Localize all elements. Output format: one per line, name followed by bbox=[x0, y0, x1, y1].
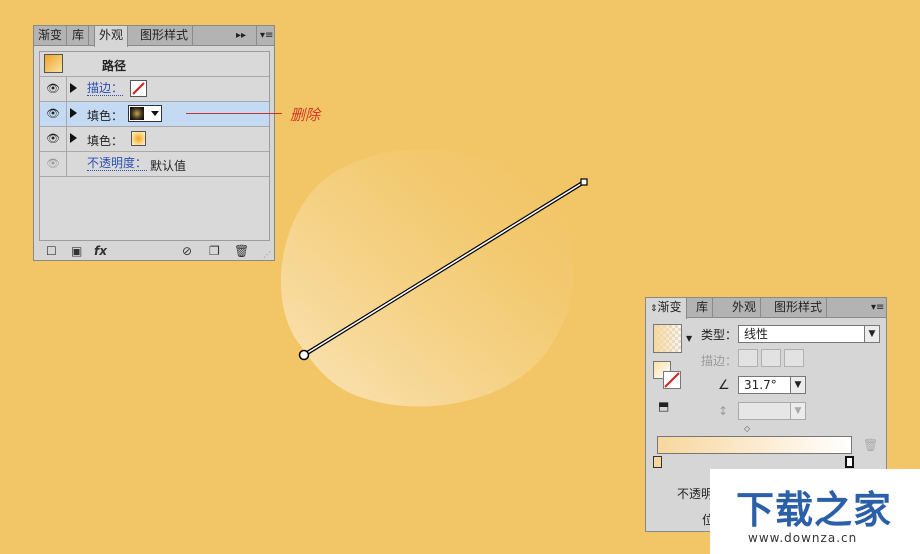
gradient-type-select[interactable]: 线性 ▼ bbox=[738, 325, 880, 343]
tab-appearance[interactable]: 外观 bbox=[728, 298, 762, 318]
gradient-panel-tabbar: ⇕渐变 库 外观 图形样式 ▾≡ bbox=[645, 298, 886, 319]
path-title: 路径 bbox=[102, 59, 127, 73]
visibility-eye-icon[interactable]: 👁 bbox=[46, 83, 60, 95]
chevron-down-icon[interactable]: ▼ bbox=[864, 325, 880, 343]
tab-appearance[interactable]: 外观 bbox=[94, 26, 129, 47]
appearance-footer: ☐ ▣ fx ⊘ ❐ 🗑 ⋰ bbox=[34, 242, 274, 260]
row-divider bbox=[66, 77, 67, 101]
radial-light-swatch-icon[interactable] bbox=[131, 131, 146, 146]
visibility-eye-icon[interactable]: 👁 bbox=[46, 133, 60, 145]
gradient-preview-swatch[interactable] bbox=[653, 324, 682, 353]
chevron-down-icon[interactable]: ▼ bbox=[790, 376, 806, 394]
chevron-down-icon[interactable]: ▼ bbox=[686, 334, 692, 343]
angle-input[interactable]: 31.7° ▼ bbox=[738, 376, 806, 394]
appearance-list: 路径 👁 描边： 👁 填色： 👁 填色： 👁 不透明度： 默认值 bbox=[39, 51, 270, 241]
tab-graphic-styles[interactable]: 图形样式 bbox=[136, 26, 194, 46]
gradient-preview-fill bbox=[654, 325, 681, 352]
appearance-header-row[interactable]: 路径 bbox=[40, 52, 269, 77]
watermark: 下载之家 www.downza.cn bbox=[710, 469, 920, 554]
fill-label: 填色： bbox=[87, 134, 124, 148]
type-label: 类型： bbox=[701, 328, 738, 342]
resize-grip-icon[interactable]: ⋰ bbox=[263, 248, 271, 262]
chevron-down-icon bbox=[151, 111, 159, 116]
stroke-along-button[interactable] bbox=[761, 349, 781, 367]
midpoint-diamond-icon[interactable]: ◇ bbox=[744, 424, 750, 433]
duplicate-item-icon[interactable]: ❐ bbox=[209, 244, 220, 258]
path-thumbnail-icon bbox=[44, 54, 63, 73]
visibility-eye-icon[interactable]: 👁 bbox=[46, 108, 60, 120]
gradient-type-value: 线性 bbox=[744, 327, 769, 341]
tab-library[interactable]: 库 bbox=[68, 26, 90, 46]
opacity-label: 不透明 bbox=[677, 487, 714, 501]
appearance-panel-tabbar: 渐变 库 外观 图形样式 ▸▸ ▾≡ bbox=[34, 26, 274, 47]
watermark-url: www.downza.cn bbox=[748, 531, 858, 545]
tab-gradient[interactable]: ⇕渐变 bbox=[645, 298, 687, 319]
annotation-delete-text: 删除 bbox=[290, 106, 321, 124]
row-divider bbox=[66, 127, 67, 151]
appearance-row-fill-selected[interactable]: 👁 填色： bbox=[40, 102, 269, 127]
aspect-ratio-icon: ↕ bbox=[718, 404, 729, 418]
angle-value: 31.7° bbox=[744, 378, 777, 392]
row-divider bbox=[66, 152, 67, 176]
visibility-eye-icon[interactable]: 👁 bbox=[46, 158, 60, 170]
delete-stop-icon[interactable]: 🗑 bbox=[863, 438, 878, 452]
tab-gradient-label: 渐变 bbox=[657, 300, 682, 314]
appearance-row-opacity[interactable]: 👁 不透明度： 默认值 bbox=[40, 152, 269, 177]
annotation-leader-line bbox=[186, 113, 282, 114]
tab-gradient[interactable]: 渐变 bbox=[34, 26, 68, 46]
gradient-origin-handle[interactable] bbox=[298, 349, 310, 361]
stroke-label[interactable]: 描边： bbox=[87, 82, 124, 96]
stroke-none-indicator-icon[interactable] bbox=[663, 371, 681, 389]
delete-item-icon[interactable]: 🗑 bbox=[234, 244, 249, 258]
expand-triangle-icon[interactable] bbox=[70, 133, 77, 143]
gradient-stop-start[interactable] bbox=[653, 456, 662, 468]
appearance-panel: 渐变 库 外观 图形样式 ▸▸ ▾≡ 路径 👁 描边： 👁 填色： 👁 填色： … bbox=[33, 25, 275, 261]
gradient-end-handle[interactable] bbox=[580, 178, 588, 186]
expand-triangle-icon[interactable] bbox=[70, 108, 77, 118]
watermark-title: 下载之家 bbox=[736, 488, 893, 532]
swap-arrows-icon: ⇕ bbox=[650, 304, 658, 314]
fx-icon[interactable]: fx bbox=[94, 244, 107, 258]
opacity-value: 默认值 bbox=[150, 159, 187, 173]
opacity-label[interactable]: 不透明度： bbox=[87, 157, 148, 171]
stroke-label: 描边： bbox=[701, 354, 738, 368]
add-new-fill-icon[interactable]: ▣ bbox=[71, 244, 82, 258]
reverse-gradient-icon[interactable]: ⬒ bbox=[658, 399, 669, 413]
stroke-across-button[interactable] bbox=[784, 349, 804, 367]
chevron-down-icon[interactable]: ▼ bbox=[790, 402, 806, 420]
expand-triangle-icon[interactable] bbox=[70, 83, 77, 93]
appearance-row-stroke[interactable]: 👁 描边： bbox=[40, 77, 269, 102]
radial-dark-swatch-icon bbox=[130, 107, 144, 120]
tab-graphic-styles[interactable]: 图形样式 bbox=[770, 298, 828, 318]
stroke-none-swatch-icon[interactable] bbox=[130, 80, 147, 97]
collapse-panel-icon[interactable]: ▸▸ bbox=[236, 26, 246, 46]
panel-menu-icon[interactable]: ▾≡ bbox=[256, 26, 273, 46]
fill-label: 填色： bbox=[87, 109, 124, 123]
tab-library[interactable]: 库 bbox=[692, 298, 714, 318]
stroke-within-button[interactable] bbox=[738, 349, 758, 367]
row-divider bbox=[66, 102, 67, 126]
aspect-ratio-input[interactable]: ▼ bbox=[738, 402, 806, 420]
clear-appearance-icon[interactable]: ⊘ bbox=[182, 244, 192, 258]
appearance-row-fill[interactable]: 👁 填色： bbox=[40, 127, 269, 152]
gradient-stop-end[interactable] bbox=[845, 456, 854, 468]
angle-icon: ∠ bbox=[718, 378, 730, 393]
panel-menu-icon[interactable]: ▾≡ bbox=[868, 298, 886, 318]
add-new-stroke-icon[interactable]: ☐ bbox=[46, 244, 57, 258]
gradient-slider-bar[interactable] bbox=[657, 436, 852, 454]
fill-swatch-dropdown[interactable] bbox=[128, 105, 162, 122]
